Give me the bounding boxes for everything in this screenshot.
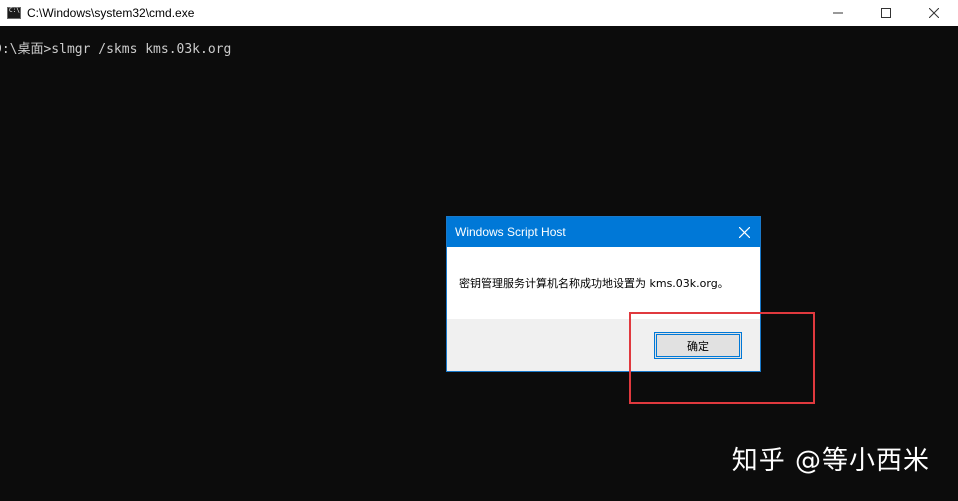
maximize-button[interactable] (862, 0, 910, 26)
maximize-icon (881, 8, 891, 18)
dialog-title: Windows Script Host (455, 225, 566, 239)
title-bar[interactable]: C:\Windows\system32\cmd.exe (0, 0, 958, 26)
watermark: 知乎 @等小西米 (731, 446, 930, 476)
window-title: C:\Windows\system32\cmd.exe (27, 6, 195, 20)
dialog-close-button[interactable] (728, 217, 760, 247)
cmd-icon (7, 7, 21, 19)
dialog-message: 密钥管理服务计算机名称成功地设置为 kms.03k.org。 (447, 247, 760, 319)
close-icon (738, 226, 750, 238)
dialog-title-bar[interactable]: Windows Script Host (447, 217, 760, 247)
close-icon (929, 8, 939, 18)
annotation-highlight-box (629, 312, 815, 404)
minimize-icon (833, 12, 843, 14)
console-output: D:\桌面>slmgr /skms kms.03k.org (0, 42, 232, 57)
window-controls (814, 0, 958, 26)
minimize-button[interactable] (814, 0, 862, 26)
close-button[interactable] (910, 0, 958, 26)
cmd-window: C:\Windows\system32\cmd.exe D:\桌面>slmgr … (0, 0, 958, 501)
